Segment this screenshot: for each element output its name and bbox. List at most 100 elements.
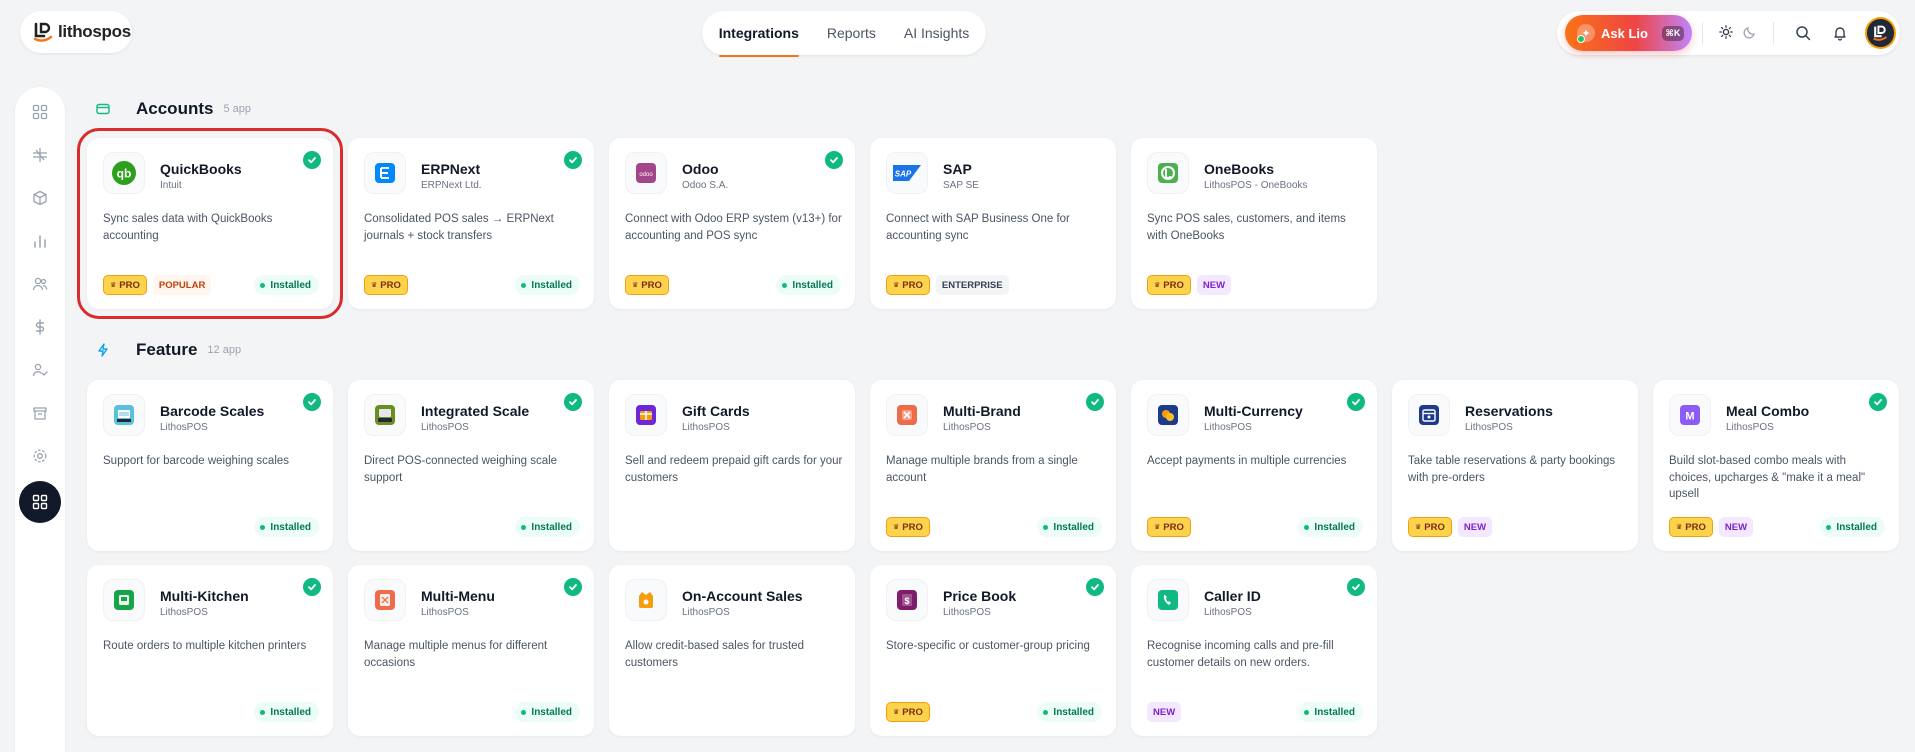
staff-icon[interactable] (26, 356, 54, 384)
ask-lio-button[interactable]: ✦ Ask Lio ⌘K (1565, 15, 1693, 51)
installed-status: Installed (1298, 517, 1363, 537)
pos-icon[interactable] (26, 141, 54, 169)
check-icon (564, 578, 582, 596)
check-icon (564, 393, 582, 411)
integration-card-on-account-sales[interactable]: On-Account Sales LithosPOS Allow credit-ba… (609, 565, 855, 736)
integration-description: Connect with SAP Business One for accoun… (886, 213, 1070, 242)
quickbooks-logo: qb (103, 152, 145, 194)
sidebar (15, 87, 65, 752)
crown-icon: ♛ (1154, 282, 1161, 289)
integration-name: Price Book (943, 588, 1017, 604)
integration-card-barcode-scales[interactable]: Barcode Scales LithosPOS Support for barco… (87, 380, 333, 551)
integration-vendor: LithosPOS (1204, 607, 1252, 618)
tab-integrations[interactable]: Integrations (718, 25, 799, 57)
integration-card-quickbooks[interactable]: qb QuickBooks Intuit Sync sales data with Q… (77, 128, 343, 319)
user-avatar[interactable] (1864, 17, 1897, 49)
badge-group: ♛ PRO (886, 702, 930, 722)
badge-new: NEW (1196, 275, 1232, 295)
integration-card-multi-currency[interactable]: Multi-Currency LithosPOS Accept payments i… (1131, 380, 1377, 551)
moon-icon[interactable] (1743, 25, 1757, 42)
crown-icon: ♛ (632, 282, 639, 289)
integration-card-multi-menu[interactable]: Multi-Menu LithosPOS Manage multiple menus… (348, 565, 594, 736)
header-actions: ✦ Ask Lio ⌘K (1557, 11, 1900, 55)
price-book-icon: $ (886, 579, 928, 621)
badge-group: ♛ PRO NEW (1408, 517, 1493, 537)
check-icon (1347, 578, 1365, 596)
finance-icon[interactable] (26, 313, 54, 341)
bell-icon[interactable] (1821, 15, 1858, 51)
integration-card-sap[interactable]: SAP SAP SAP SE Connect with SAP Business On… (870, 138, 1116, 309)
integration-card-gift-cards[interactable]: Gift Cards LithosPOS Sell and redeem prepa… (609, 380, 855, 551)
integration-description: Support for barcode weighing scales (103, 455, 290, 467)
integration-card-caller-id[interactable]: Caller ID LithosPOS Recognise incoming cal… (1131, 565, 1377, 736)
integration-name: On-Account Sales (682, 588, 803, 604)
crown-icon: ♛ (1676, 524, 1683, 531)
badge-pro: ♛ PRO (625, 275, 669, 295)
badge-pro: ♛ PRO (1147, 275, 1191, 295)
check-icon (303, 578, 321, 596)
integration-card-multi-brand[interactable]: Multi-Brand LithosPOS Manage multiple bran… (870, 380, 1116, 551)
badge-pro: ♛ PRO (886, 702, 930, 722)
scale-icon (364, 394, 406, 436)
inventory-icon[interactable] (26, 184, 54, 212)
installed-status: Installed (254, 702, 319, 722)
integration-card-meal-combo[interactable]: M Meal Combo LithosPOS Build slot-based com… (1653, 380, 1899, 551)
reports-icon[interactable] (26, 227, 54, 255)
tab-reports[interactable]: Reports (827, 25, 876, 41)
installed-status: Installed (515, 702, 580, 722)
integration-description: Sync sales data with QuickBooks accounti… (103, 213, 273, 242)
brand-logo[interactable]: lithospos (20, 11, 132, 53)
apps-icon[interactable] (19, 481, 61, 523)
integration-vendor: ERPNext Ltd. (421, 180, 482, 191)
status-dot (1043, 709, 1049, 715)
check-icon (303, 151, 321, 169)
status-dot (521, 524, 527, 530)
store-icon[interactable] (26, 399, 54, 427)
badge-pro: ♛ PRO (886, 275, 930, 295)
integration-card-multi-kitchen[interactable]: Multi-Kitchen LithosPOS Route orders to mu… (87, 565, 333, 736)
calendar-icon (1408, 394, 1450, 436)
badge-pro: ♛ PRO (1147, 517, 1191, 537)
customers-icon[interactable] (26, 270, 54, 298)
check-icon (564, 151, 582, 169)
tab-ai-insights[interactable]: AI Insights (904, 25, 969, 41)
kitchen-icon (103, 579, 145, 621)
installed-status: Installed (1298, 702, 1363, 722)
installed-status: Installed (515, 517, 580, 537)
integration-card-reservations[interactable]: Reservations LithosPOS Take table reservat… (1392, 380, 1638, 551)
integration-description: Allow credit-based sales for trusted cus… (625, 640, 804, 669)
check-icon (303, 393, 321, 411)
integration-card-erpnext[interactable]: ERPNext ERPNext Ltd. Consolidated POS sale… (348, 138, 594, 309)
lithospos-logo-icon (33, 22, 53, 42)
section-feature-header: Feature 12 app (92, 339, 241, 361)
badge-group: NEW (1147, 702, 1182, 722)
integration-vendor: SAP SE (943, 180, 979, 191)
svg-text:qb: qb (117, 167, 132, 181)
currency-icon (1147, 394, 1189, 436)
badge-new: NEW (1457, 517, 1493, 537)
settings-icon[interactable] (26, 442, 54, 470)
sap-logo: SAP (886, 152, 928, 194)
integration-card-onebooks[interactable]: OneBooks LithosPOS - OneBooks Sync POS sal… (1131, 138, 1377, 309)
status-dot (1304, 709, 1310, 715)
integration-vendor: LithosPOS (943, 422, 991, 433)
integration-card-integrated-scale[interactable]: Integrated Scale LithosPOS Direct POS-conn… (348, 380, 594, 551)
badge-group: ♛ PRO (886, 517, 930, 537)
crown-icon: ♛ (1154, 524, 1161, 531)
search-icon[interactable] (1784, 15, 1821, 51)
integration-vendor: LithosPOS (421, 422, 469, 433)
dashboard-icon[interactable] (26, 98, 54, 126)
integration-name: Multi-Menu (421, 588, 495, 604)
integration-card-price-book[interactable]: $ Price Book LithosPOS Store-specific or cu… (870, 565, 1116, 736)
erpnext-logo (364, 152, 406, 194)
multi-brand-icon (886, 394, 928, 436)
integration-name: Multi-Kitchen (160, 588, 249, 604)
badge-group: ♛ PRO (1147, 517, 1191, 537)
sun-icon[interactable] (1719, 24, 1734, 42)
installed-status: Installed (515, 275, 580, 295)
theme-toggle[interactable] (1713, 24, 1763, 42)
integration-name: Integrated Scale (421, 403, 530, 419)
integration-vendor: Intuit (160, 180, 182, 191)
integration-card-odoo[interactable]: odoo Odoo Odoo S.A. Connect with Odoo ERP s… (609, 138, 855, 309)
check-icon (1347, 393, 1365, 411)
